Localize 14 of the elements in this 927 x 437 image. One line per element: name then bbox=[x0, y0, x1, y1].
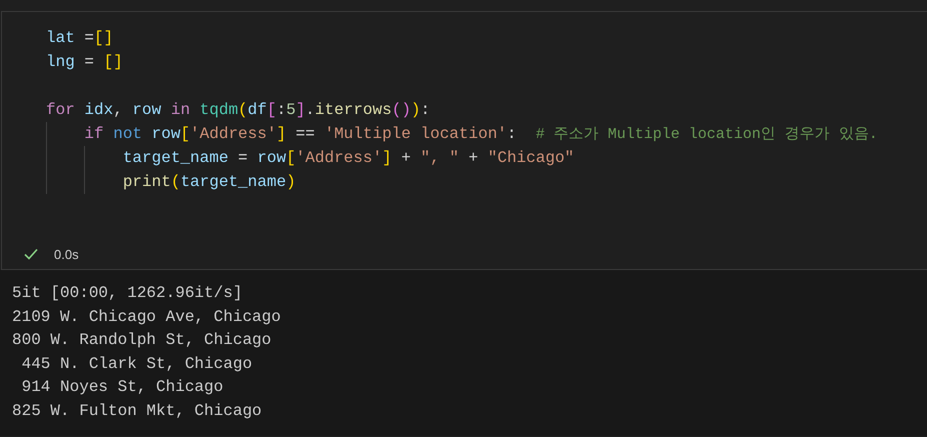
output-line: 914 Noyes St, Chicago bbox=[20, 377, 224, 398]
code-cell[interactable] bbox=[1, 11, 927, 270]
output-line: 5it [00:00, 1262.96it/s] bbox=[12, 283, 242, 304]
code-line: print(target_name) bbox=[122, 173, 296, 191]
code-line: lng = [] bbox=[46, 53, 123, 71]
code-line: lat =[] bbox=[46, 29, 114, 47]
output-line: 825 W. Fulton Mkt, Chicago bbox=[12, 400, 262, 422]
code-line: for idx, row in tqdm(df[:5].iterrows()): bbox=[46, 101, 430, 119]
code-line: target_name = row['Address'] + ", " + "Chicago" bbox=[122, 149, 574, 167]
output-line: 2109 W. Chicago Ave, Chicago bbox=[12, 306, 281, 328]
code-line: if not row['Address'] == 'Multiple location': # 주소가 Multiple location인 경우가 있음. bbox=[83, 125, 878, 143]
output-line: 445 N. Clark St, Chicago bbox=[20, 354, 252, 375]
execution-time: 0.0s bbox=[54, 246, 79, 262]
output-line: 800 W. Randolph St, Chicago bbox=[12, 330, 272, 352]
